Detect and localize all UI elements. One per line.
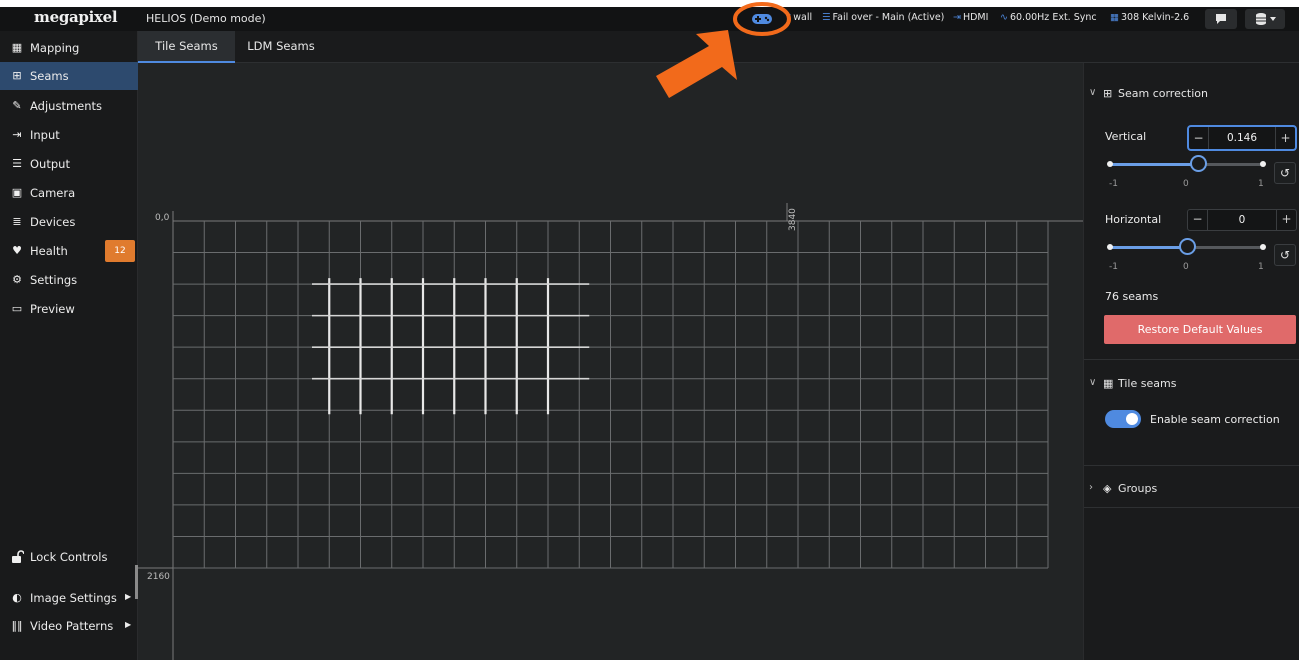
database-menu-button[interactable]	[1245, 9, 1285, 29]
tab-tile-seams[interactable]: Tile Seams	[138, 31, 235, 63]
horizontal-slider-fill	[1109, 246, 1187, 249]
tab-ldm-seams[interactable]: LDM Seams	[235, 31, 327, 63]
gears-icon: ⚙	[12, 273, 22, 286]
unlock-icon	[10, 550, 25, 564]
tab-bar: Tile Seams LDM Seams	[138, 31, 1299, 63]
horizontal-max-label: 1	[1258, 262, 1264, 272]
horizontal-slider-thumb[interactable]	[1178, 238, 1196, 255]
vertical-max-label: 1	[1258, 179, 1264, 189]
seam-correction-toggle-label: Enable seam correction	[1150, 413, 1280, 426]
vertical-label: Vertical	[1105, 130, 1147, 143]
logo: megapixel	[34, 8, 118, 26]
horizontal-increment-button[interactable]: +	[1276, 210, 1296, 230]
contrast-icon: ◐	[12, 591, 22, 604]
vertical-min-label: -1	[1109, 179, 1118, 189]
caret-down-icon	[1270, 17, 1276, 21]
tile-grid[interactable]: 0,0 2160 3840	[138, 63, 1083, 660]
app-window: megapixel HELIOS (Demo mode) ▮ wall ☰ Fail…	[0, 7, 1299, 660]
vertical-slider-fill	[1109, 163, 1198, 166]
film-icon: ▣	[11, 186, 23, 199]
seam-correction-toggle[interactable]	[1105, 410, 1141, 428]
vertical-slider-thumb[interactable]	[1189, 155, 1207, 172]
top-bar: megapixel HELIOS (Demo mode) ▮ wall ☰ Fail…	[0, 7, 1299, 31]
horizontal-stepper[interactable]: − +	[1187, 209, 1297, 231]
status-color[interactable]: ▦ 308 Kelvin-2.6	[1110, 12, 1189, 23]
vertical-increment-button[interactable]: +	[1275, 127, 1295, 149]
chat-button[interactable]	[1205, 9, 1237, 29]
input-icon: ⇥	[953, 12, 961, 23]
horizontal-mid-label: 0	[1183, 262, 1189, 272]
layers-icon: ◈	[1103, 482, 1112, 495]
wall-icon: ▮	[786, 12, 792, 23]
table-icon: ▦	[1103, 377, 1114, 390]
horizontal-reset-button[interactable]: ↺	[1274, 244, 1296, 266]
horizontal-label: Horizontal	[1105, 213, 1162, 226]
image-settings-menu[interactable]: ◐ Image Settings ▶	[0, 584, 138, 612]
barcode-icon: ‖‖	[11, 619, 23, 632]
pulse-icon: ∿	[1000, 12, 1008, 23]
sidebar-item-settings[interactable]: ⚙ Settings	[0, 266, 138, 294]
sidebar-item-output[interactable]: ☰ Output	[0, 150, 138, 178]
seams-icon: ⊞	[1103, 87, 1113, 100]
caret-right-icon: ▶	[125, 620, 132, 629]
vertical-input[interactable]	[1211, 127, 1273, 149]
sidebar-item-seams[interactable]: ⊞ Seams	[0, 62, 138, 90]
horizontal-decrement-button[interactable]: −	[1188, 210, 1208, 230]
height-label: 2160	[147, 572, 170, 582]
sidebar-item-preview[interactable]: ▭ Preview	[0, 295, 138, 323]
app-title: HELIOS (Demo mode)	[146, 12, 266, 25]
sidebar-item-input[interactable]: ⇥ Input	[0, 121, 138, 149]
status-input[interactable]: ⇥ HDMI	[953, 12, 988, 23]
chevron-down-icon: ∨	[1089, 87, 1097, 98]
seam-count: 76 seams	[1105, 290, 1159, 303]
properties-panel: ∨ ⊞ Seam correction Vertical − + -1 0 1 …	[1083, 63, 1299, 660]
sidebar-item-adjustments[interactable]: ✎ Adjustments	[0, 92, 138, 120]
database-icon	[1256, 13, 1276, 25]
seam-canvas[interactable]: 0,0 2160 3840	[138, 63, 1083, 660]
server-icon: ☰	[822, 12, 831, 23]
gamepad-icon[interactable]	[751, 12, 773, 26]
monitor-icon: ▭	[11, 302, 23, 315]
sidebar: ▦ Mapping ⊞ Seams ✎ Adjustments ⇥ Input …	[0, 31, 138, 660]
seams-icon: ⊞	[12, 69, 22, 82]
heart-pulse-icon: ♥	[12, 244, 22, 257]
video-patterns-menu[interactable]: ‖‖ Video Patterns ▶	[0, 612, 138, 640]
vertical-stepper[interactable]: − +	[1187, 125, 1297, 151]
vertical-reset-button[interactable]: ↺	[1274, 162, 1296, 184]
horizontal-input[interactable]	[1210, 210, 1274, 230]
vertical-decrement-button[interactable]: −	[1189, 127, 1209, 149]
vertical-slider[interactable]	[1107, 155, 1266, 172]
sidebar-item-mapping[interactable]: ▦ Mapping	[0, 34, 138, 62]
input-icon: ⇥	[12, 128, 22, 141]
sliders-icon: ☰	[12, 157, 22, 170]
horizontal-slider[interactable]	[1107, 238, 1266, 255]
origin-label: 0,0	[155, 213, 170, 223]
sidebar-item-health[interactable]: ♥ Health 12	[0, 237, 138, 265]
highlighted-seams	[312, 278, 590, 415]
sidebar-item-devices[interactable]: ≣ Devices	[0, 208, 138, 236]
restore-defaults-button[interactable]: Restore Default Values	[1104, 315, 1296, 344]
status-wall[interactable]: ▮ wall	[786, 12, 812, 23]
width-label: 3840	[788, 208, 798, 231]
lock-controls-button[interactable]: Lock Controls	[0, 543, 138, 571]
chevron-right-icon: ›	[1089, 482, 1093, 493]
grid-icon: ▦	[1110, 12, 1119, 23]
chevron-down-icon: ∨	[1089, 377, 1097, 388]
sidebar-item-camera[interactable]: ▣ Camera	[0, 179, 138, 207]
list-icon: ≣	[12, 215, 22, 228]
health-badge: 12	[105, 240, 135, 262]
horizontal-min-label: -1	[1109, 262, 1118, 272]
status-sync[interactable]: ∿ 60.00Hz Ext. Sync	[1000, 12, 1097, 23]
brush-icon: ✎	[12, 99, 22, 112]
table-icon: ▦	[11, 41, 23, 54]
grid-lines	[173, 221, 1049, 569]
vertical-mid-label: 0	[1183, 179, 1189, 189]
caret-right-icon: ▶	[125, 592, 132, 601]
status-failover[interactable]: ☰ Fail over - Main (Active)	[822, 12, 944, 23]
chat-icon	[1216, 14, 1226, 24]
